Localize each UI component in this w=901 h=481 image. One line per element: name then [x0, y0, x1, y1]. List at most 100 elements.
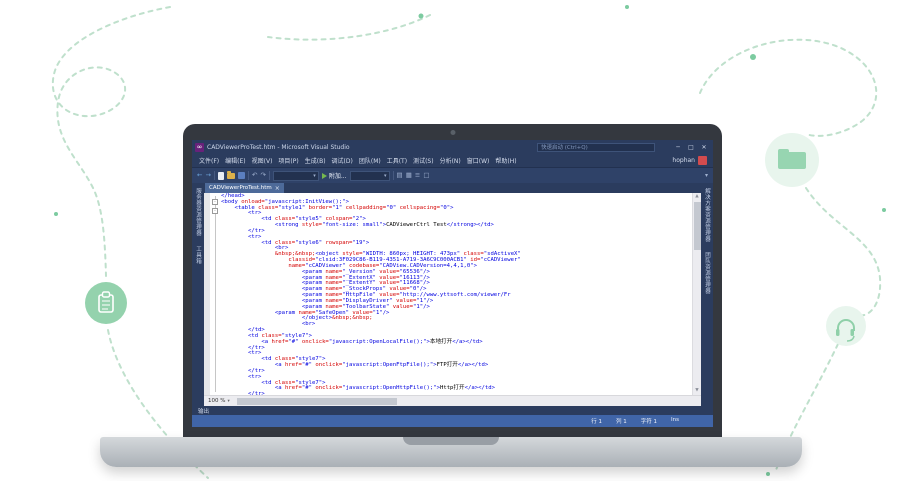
fold-marker[interactable]: -	[212, 199, 218, 205]
menu-item-1[interactable]: 文件(F)	[196, 156, 222, 165]
toolbar-overflow-button[interactable]: ▾	[705, 172, 708, 179]
toolbar: ← → ↶ ↷ ▾ 附加... ▾ ▤ ▦ ≡ □	[192, 167, 713, 183]
laptop-screen: ∞ CADViewerProTest.htm - Microsoft Visua…	[183, 124, 722, 437]
menu-item-11[interactable]: 窗口(W)	[464, 156, 493, 165]
menu-item-8[interactable]: 工具(T)	[384, 156, 410, 165]
left-panel-tab-2[interactable]: 工具箱	[194, 246, 202, 264]
horizontal-scrollbar[interactable]	[234, 396, 701, 406]
dashed-curve	[700, 40, 876, 136]
deco-dot	[419, 14, 424, 19]
status-items: 行 1 列 1 字符 1 Ins	[591, 417, 705, 425]
menu-item-6[interactable]: 调试(D)	[329, 156, 356, 165]
status-item: 行 1	[591, 417, 602, 425]
page: ∞ CADViewerProTest.htm - Microsoft Visua…	[0, 0, 901, 481]
outline-line	[215, 196, 216, 392]
menu-item-7[interactable]: 团队(M)	[356, 156, 384, 165]
user-avatar[interactable]	[698, 156, 707, 165]
tab-label: CADViewerProTest.htm	[209, 185, 272, 191]
menu-item-10[interactable]: 分析(N)	[437, 156, 464, 165]
deco-dot	[882, 208, 886, 212]
toolbar-separator	[393, 171, 394, 180]
dashed-curve	[53, 7, 170, 276]
visual-studio-window: ∞ CADViewerProTest.htm - Microsoft Visua…	[192, 140, 713, 427]
right-tool-strip: 解决方案资源管理器团队资源管理器	[701, 183, 713, 406]
scrollbar-thumb[interactable]	[694, 202, 701, 250]
window-controls: ─ □ ✕	[672, 142, 710, 153]
menu-item-5[interactable]: 生成(B)	[302, 156, 329, 165]
right-panel-tab-1[interactable]: 解决方案资源管理器	[703, 188, 711, 242]
scroll-down-icon[interactable]: ▼	[695, 387, 698, 395]
code-editor: - - </head><body onload="javascript:Init…	[204, 193, 701, 395]
start-debug-icon	[322, 173, 327, 179]
debug-target-dropdown[interactable]: ▾	[273, 171, 319, 181]
scroll-up-icon[interactable]: ▲	[695, 193, 698, 201]
document-tab-bar: CADViewerProTest.htm ×	[204, 183, 701, 193]
status-item: Ins	[671, 417, 679, 425]
configuration-dropdown[interactable]: ▾	[350, 171, 390, 181]
attach-label: 附加...	[329, 171, 347, 180]
menu-item-9[interactable]: 测试(S)	[410, 156, 437, 165]
chevron-down-icon: ▾	[227, 399, 229, 404]
deco-dot	[54, 212, 58, 216]
minimize-button[interactable]: ─	[672, 142, 684, 153]
new-file-icon[interactable]	[218, 172, 224, 180]
toolbar-separator	[269, 171, 270, 180]
dashed-curve	[268, 15, 430, 40]
undo-icon[interactable]: ↶	[252, 171, 257, 180]
status-item: 字符 1	[641, 417, 657, 425]
attach-button[interactable]: 附加...	[322, 171, 347, 180]
left-tool-strip: 服务器资源管理器工具箱	[192, 183, 204, 406]
tab-close-icon[interactable]: ×	[275, 185, 280, 192]
fold-marker[interactable]: -	[212, 208, 218, 214]
vertical-scrollbar[interactable]: ▲ ▼	[692, 193, 701, 395]
scrollbar-thumb[interactable]	[237, 398, 397, 405]
toolbar-icon[interactable]: ▤	[397, 171, 403, 180]
menu-item-4[interactable]: 项目(P)	[275, 156, 301, 165]
zoom-selector[interactable]: 100 % ▾	[204, 398, 234, 404]
folder-icon	[765, 133, 819, 187]
zoom-value: 100 %	[208, 398, 225, 404]
menu-item-3[interactable]: 视图(V)	[249, 156, 276, 165]
redo-icon[interactable]: ↷	[260, 171, 265, 180]
toolbar-separator	[248, 171, 249, 180]
left-panel-tab-1[interactable]: 服务器资源管理器	[194, 188, 202, 236]
close-button[interactable]: ✕	[698, 142, 710, 153]
clipboard-icon	[85, 282, 127, 324]
toolbar-separator	[214, 171, 215, 180]
deco-dot	[766, 472, 770, 476]
menu-bar: 文件(F)编辑(E)视图(V)项目(P)生成(B)调试(D)团队(M)工具(T)…	[192, 154, 713, 167]
right-panel-tab-2[interactable]: 团队资源管理器	[703, 252, 711, 294]
maximize-button[interactable]: □	[685, 142, 697, 153]
save-icon[interactable]	[238, 172, 245, 179]
menu-item-12[interactable]: 帮助(H)	[492, 156, 519, 165]
dashed-curve	[806, 188, 880, 315]
deco-dot	[625, 5, 629, 9]
window-title: CADViewerProTest.htm - Microsoft Visual …	[207, 144, 350, 151]
visual-studio-logo-icon: ∞	[195, 143, 204, 152]
status-bar: 行 1 列 1 字符 1 Ins	[192, 415, 713, 427]
menu-item-2[interactable]: 编辑(E)	[222, 156, 248, 165]
open-file-icon[interactable]	[227, 173, 235, 179]
laptop-base	[100, 437, 802, 467]
webcam-dot	[450, 130, 455, 135]
output-panel-tab[interactable]: 输出	[192, 406, 713, 415]
signed-in-user[interactable]: hophan	[672, 157, 695, 164]
fold-gutter[interactable]: - -	[210, 193, 221, 395]
menu-items: 文件(F)编辑(E)视图(V)项目(P)生成(B)调试(D)团队(M)工具(T)…	[196, 156, 520, 165]
toolbar-icon[interactable]: ▦	[406, 171, 412, 180]
laptop-notch	[403, 437, 499, 445]
output-label: 输出	[198, 407, 209, 415]
toolbar-icon[interactable]: ≡	[415, 171, 420, 180]
navigate-forward-icon[interactable]: →	[205, 171, 210, 180]
editor-column: CADViewerProTest.htm × - - </head><body …	[204, 183, 701, 406]
tab-cadviewerprotest[interactable]: CADViewerProTest.htm ×	[205, 183, 284, 193]
code-area[interactable]: </head><body onload="javascript:InitView…	[221, 193, 692, 395]
editor-bottom-bar: 100 % ▾	[204, 395, 701, 406]
title-bar: ∞ CADViewerProTest.htm - Microsoft Visua…	[192, 140, 713, 154]
main-area: 服务器资源管理器工具箱 CADViewerProTest.htm × -	[192, 183, 713, 406]
status-item: 列 1	[616, 417, 627, 425]
headset-icon	[826, 306, 866, 346]
toolbar-icon[interactable]: □	[423, 171, 429, 180]
quick-launch-search-input[interactable]: 快速启动 (Ctrl+Q)	[537, 143, 655, 152]
navigate-back-icon[interactable]: ←	[197, 171, 202, 180]
